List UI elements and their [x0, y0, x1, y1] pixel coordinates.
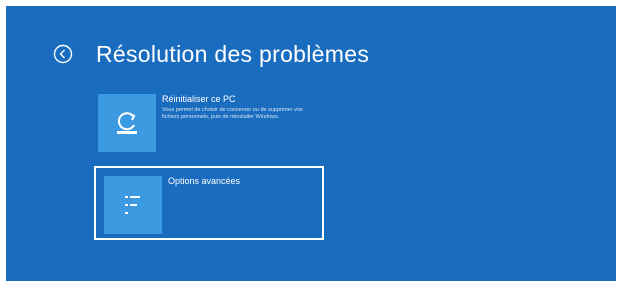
reset-pc-text: Réinitialiser ce PC Vous permet de chois…: [162, 94, 312, 156]
reset-pc-description: Vous permet de choisir de conserver ou d…: [162, 107, 303, 120]
reset-pc-icon: [117, 112, 137, 134]
back-arrow-circle-icon: [53, 44, 73, 64]
reset-pc-tile[interactable]: Réinitialiser ce PC Vous permet de chois…: [98, 94, 328, 156]
recovery-screen: Résolution des problèmes Réinitialiser c…: [6, 6, 616, 281]
reset-pc-title: Réinitialiser ce PC: [162, 94, 236, 104]
reset-pc-icon-box: [98, 94, 156, 152]
header: Résolution des problèmes: [50, 36, 369, 72]
checklist-icon: [125, 196, 140, 214]
advanced-options-title: Options avancées: [168, 176, 241, 186]
page-title: Résolution des problèmes: [96, 40, 370, 67]
advanced-options-icon-box: [104, 176, 162, 234]
advanced-options-tile[interactable]: Options avancées: [94, 166, 324, 240]
advanced-options-text: Options avancées: [168, 176, 240, 238]
back-button[interactable]: [50, 41, 76, 67]
